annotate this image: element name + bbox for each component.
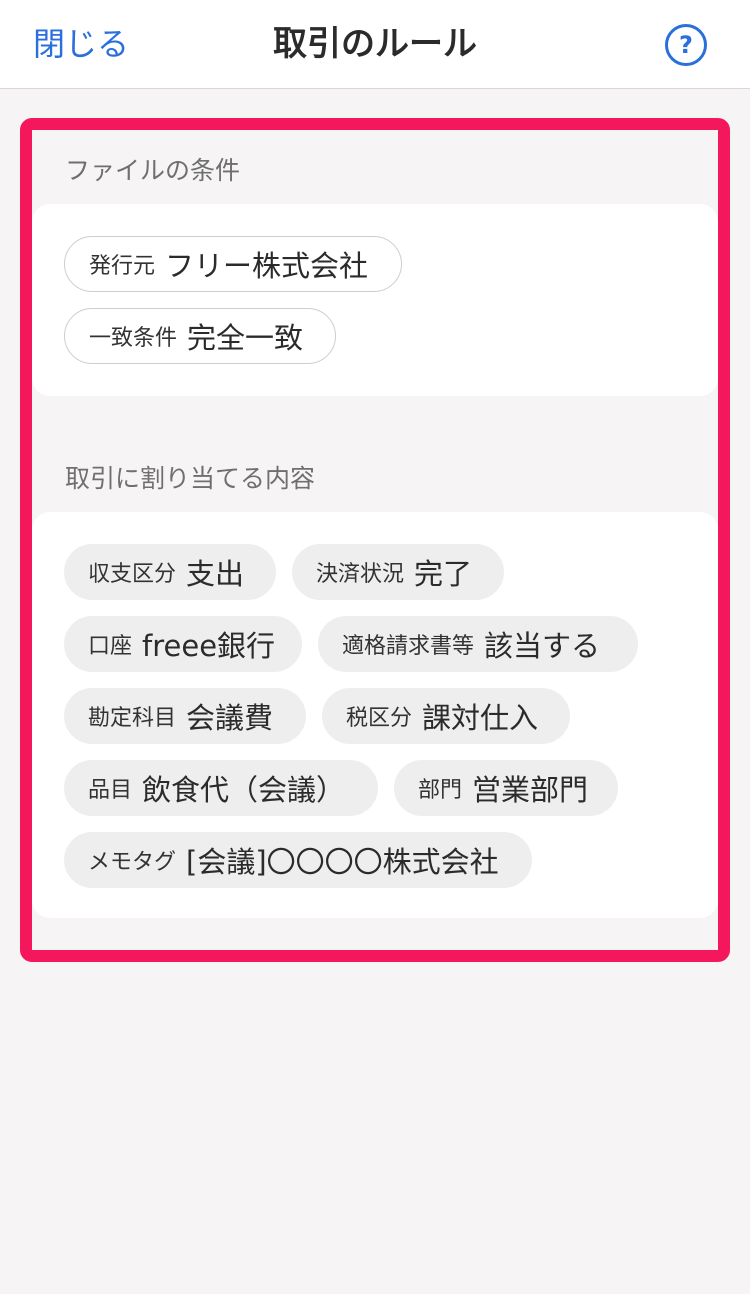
highlight-frame: [20, 118, 730, 962]
header: 閉じる 取引のルール ?: [0, 0, 750, 89]
page-title: 取引のルール: [273, 24, 477, 64]
help-icon[interactable]: ?: [665, 24, 707, 66]
